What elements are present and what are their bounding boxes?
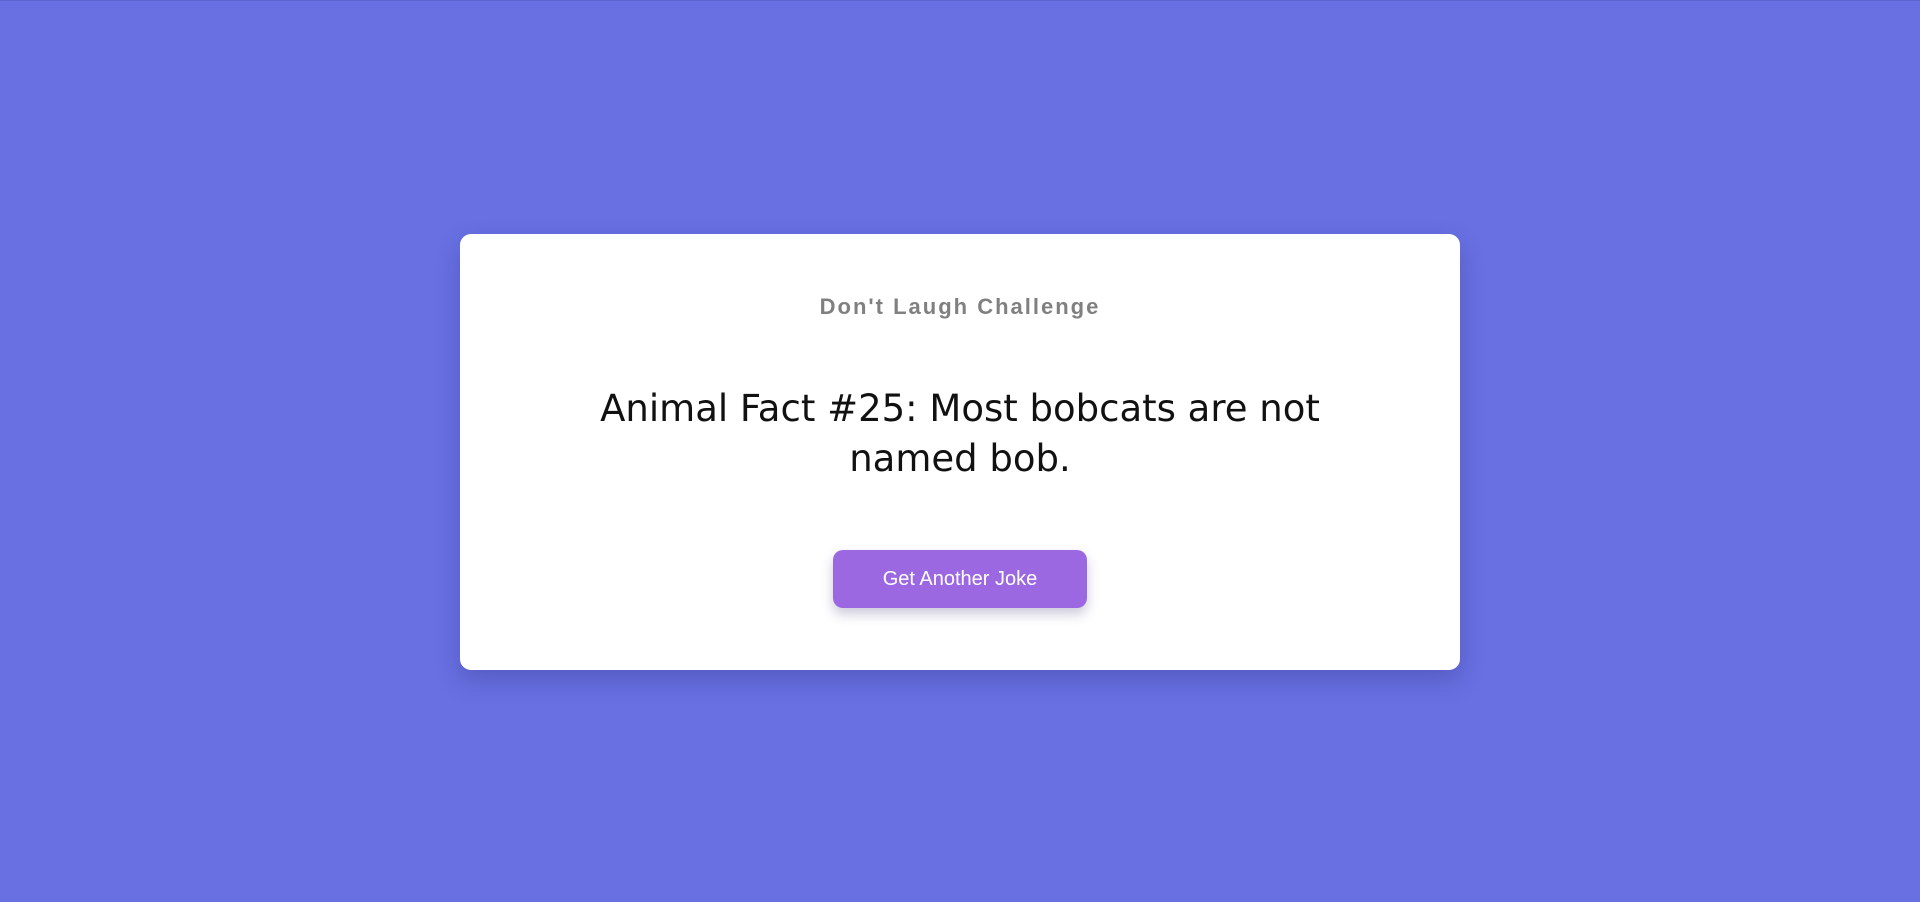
- get-another-joke-button[interactable]: Get Another Joke: [833, 550, 1087, 608]
- joke-text: Animal Fact #25: Most bobcats are not na…: [600, 387, 1320, 480]
- top-divider: [0, 0, 1920, 1]
- page-title: Don't Laugh Challenge: [819, 294, 1101, 319]
- joke-card: Don't Laugh Challenge Animal Fact #25: M…: [460, 234, 1460, 670]
